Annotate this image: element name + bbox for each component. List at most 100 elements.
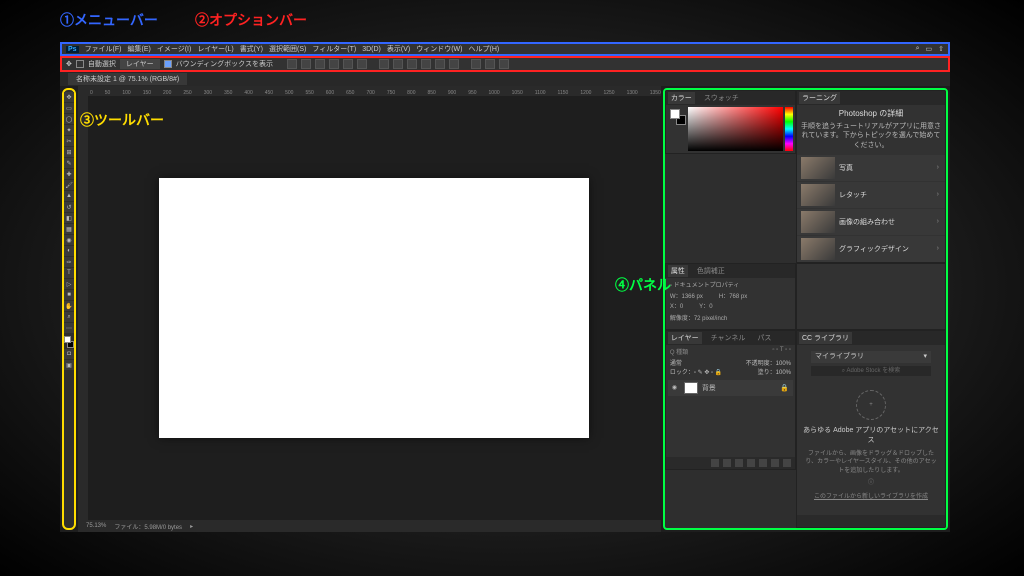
search-icon[interactable]: ⌕ xyxy=(916,45,920,53)
ps-logo-icon[interactable]: Ps xyxy=(66,46,79,53)
menu-help[interactable]: ヘルプ(H) xyxy=(468,44,499,54)
chevron-right-icon[interactable]: ▸ xyxy=(190,523,193,530)
pen-tool-icon[interactable]: ✑ xyxy=(64,257,74,267)
document-tab[interactable]: 名称未設定 1 @ 75.1% (RGB/8#) xyxy=(68,73,187,85)
add-icon[interactable]: + xyxy=(856,390,886,420)
menu-edit[interactable]: 編集(E) xyxy=(128,44,151,54)
layer-kind[interactable]: Q 種類 xyxy=(670,350,688,356)
menu-view[interactable]: 表示(V) xyxy=(387,44,410,54)
align-btn[interactable] xyxy=(301,59,311,69)
zoom-level[interactable]: 75.13% xyxy=(86,523,106,529)
tab-layers[interactable]: レイヤー xyxy=(668,332,702,344)
menu-file[interactable]: ファイル(F) xyxy=(85,44,122,54)
learning-item[interactable]: 画像の組み合わせ› xyxy=(797,209,945,235)
bounding-checkbox[interactable] xyxy=(164,60,172,68)
menu-3d[interactable]: 3D(D) xyxy=(362,46,381,53)
distribute-btn[interactable] xyxy=(421,59,431,69)
align-btn[interactable] xyxy=(315,59,325,69)
new-layer-icon[interactable] xyxy=(771,459,779,467)
share-icon[interactable]: ⇧ xyxy=(938,45,944,53)
trash-icon[interactable] xyxy=(783,459,791,467)
layer-name[interactable]: 背景 xyxy=(702,383,716,393)
fg-bg-swatch[interactable] xyxy=(64,336,74,348)
align-btn[interactable] xyxy=(329,59,339,69)
distribute-btn[interactable] xyxy=(435,59,445,69)
gradient-tool-icon[interactable]: ▦ xyxy=(64,224,74,234)
color-swatch[interactable] xyxy=(668,107,686,151)
mode-btn[interactable] xyxy=(471,59,481,69)
library-link[interactable]: このファイルから新しいライブラリを作成 xyxy=(814,493,928,501)
text-tool-icon[interactable]: T xyxy=(64,268,74,278)
library-dropdown[interactable]: マイライブラリ▾ xyxy=(811,351,931,363)
history-tool-icon[interactable]: ↺ xyxy=(64,202,74,212)
move-tool-icon[interactable]: ✥ xyxy=(66,60,72,68)
distribute-btn[interactable] xyxy=(449,59,459,69)
crop-tool-icon[interactable]: ✂ xyxy=(64,136,74,146)
fg-color-icon[interactable] xyxy=(64,336,71,343)
lasso-tool-icon[interactable]: ◯ xyxy=(64,114,74,124)
brush-tool-icon[interactable]: 🖌 xyxy=(64,180,74,190)
mode-btn[interactable] xyxy=(499,59,509,69)
healing-tool-icon[interactable]: ✚ xyxy=(64,169,74,179)
group-icon[interactable] xyxy=(759,459,767,467)
dodge-tool-icon[interactable]: ◐ xyxy=(64,246,74,256)
mask-icon[interactable] xyxy=(735,459,743,467)
menu-type[interactable]: 書式(Y) xyxy=(240,44,263,54)
tab-properties[interactable]: 属性 xyxy=(668,265,688,277)
edit-toolbar-icon[interactable]: ⋯ xyxy=(64,323,74,333)
tab-library[interactable]: CC ライブラリ xyxy=(799,332,852,344)
learning-item[interactable]: グラフィックデザイン› xyxy=(797,236,945,262)
link-icon[interactable] xyxy=(711,459,719,467)
tab-paths[interactable]: パス xyxy=(754,332,774,344)
distribute-btn[interactable] xyxy=(379,59,389,69)
fg-color-icon[interactable] xyxy=(670,109,680,119)
fx-icon[interactable] xyxy=(723,459,731,467)
align-btn[interactable] xyxy=(357,59,367,69)
move-tool-icon[interactable]: ✥ xyxy=(64,92,74,102)
eraser-tool-icon[interactable]: ◧ xyxy=(64,213,74,223)
doc-props-label: ▫ ドキュメントプロパティ xyxy=(670,282,791,292)
auto-select-checkbox[interactable] xyxy=(76,60,84,68)
learning-item[interactable]: 写真› xyxy=(797,155,945,181)
distribute-btn[interactable] xyxy=(393,59,403,69)
info-icon[interactable]: ⓘ xyxy=(868,479,874,487)
screenmode-icon[interactable]: ▣ xyxy=(64,360,74,370)
tab-channels[interactable]: チャンネル xyxy=(708,332,749,344)
layer-dropdown[interactable]: レイヤー xyxy=(120,59,160,69)
zoom-tool-icon[interactable]: ⌕ xyxy=(64,312,74,322)
menu-image[interactable]: イメージ(I) xyxy=(157,44,191,54)
layer-row[interactable]: ◉ 背景 🔒 xyxy=(668,380,793,396)
distribute-btn[interactable] xyxy=(407,59,417,69)
tab-color[interactable]: カラー xyxy=(668,92,695,104)
canvas-viewport[interactable] xyxy=(88,96,661,520)
tab-learning[interactable]: ラーニング xyxy=(799,92,840,104)
tab-adjustments[interactable]: 色調補正 xyxy=(694,265,728,277)
menu-filter[interactable]: フィルター(T) xyxy=(312,44,356,54)
shape-tool-icon[interactable]: ■ xyxy=(64,290,74,300)
canvas[interactable] xyxy=(159,178,589,438)
adjust-icon[interactable] xyxy=(747,459,755,467)
tab-swatches[interactable]: スウォッチ xyxy=(701,92,742,104)
path-tool-icon[interactable]: ▷ xyxy=(64,279,74,289)
wand-tool-icon[interactable]: ✦ xyxy=(64,125,74,135)
align-btn[interactable] xyxy=(343,59,353,69)
menu-select[interactable]: 選択範囲(S) xyxy=(269,44,306,54)
mode-btn[interactable] xyxy=(485,59,495,69)
quickmask-icon[interactable]: ◘ xyxy=(64,349,74,359)
hue-slider[interactable] xyxy=(785,107,793,151)
stamp-tool-icon[interactable]: ▲ xyxy=(64,191,74,201)
blur-tool-icon[interactable]: ◉ xyxy=(64,235,74,245)
color-field[interactable] xyxy=(688,107,783,151)
layer-thumb[interactable] xyxy=(684,382,698,394)
marquee-tool-icon[interactable]: ▭ xyxy=(64,103,74,113)
eyedropper-tool-icon[interactable]: ✎ xyxy=(64,158,74,168)
hand-tool-icon[interactable]: ✋ xyxy=(64,301,74,311)
align-btn[interactable] xyxy=(287,59,297,69)
menu-layer[interactable]: レイヤー(L) xyxy=(197,44,233,54)
learning-item[interactable]: レタッチ› xyxy=(797,182,945,208)
workspace-icon[interactable]: ▭ xyxy=(926,45,933,53)
eye-icon[interactable]: ◉ xyxy=(672,384,680,392)
menu-window[interactable]: ウィンドウ(W) xyxy=(416,44,462,54)
library-search[interactable]: ⌕ Adobe Stock を検索 xyxy=(811,366,931,376)
frame-tool-icon[interactable]: ⊞ xyxy=(64,147,74,157)
